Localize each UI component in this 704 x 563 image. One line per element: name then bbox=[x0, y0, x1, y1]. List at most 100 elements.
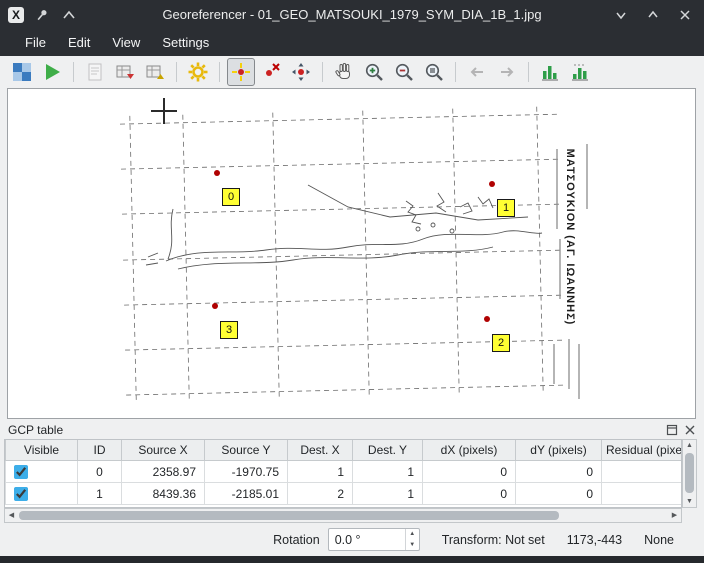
toolbar-separator bbox=[73, 62, 74, 82]
zoom-out-button[interactable] bbox=[390, 58, 418, 86]
title-bar: Georeferencer - 01_GEO_MATSOUKI_1979_SYM… bbox=[0, 0, 704, 30]
cell-dest-y: 1 bbox=[353, 461, 423, 483]
toolbar bbox=[0, 56, 704, 88]
cell-residual bbox=[602, 461, 683, 483]
cell-residual bbox=[602, 483, 683, 505]
col-id: ID bbox=[78, 440, 122, 461]
pan-hand-icon bbox=[333, 61, 355, 83]
col-dy: dY (pixels) bbox=[516, 440, 602, 461]
zoom-next-icon bbox=[496, 61, 518, 83]
col-dx: dX (pixels) bbox=[423, 440, 516, 461]
cell-source-y: -2185.01 bbox=[205, 483, 288, 505]
table-header-row: Visible ID Source X Source Y Dest. X Des… bbox=[6, 440, 683, 461]
app-icon: X bbox=[8, 7, 24, 23]
move-point-button[interactable] bbox=[287, 58, 315, 86]
map-canvas[interactable]: ΜΑΤΣΟΥΚΙΟΝ (ΑΓ. ΙΩΑΝΝΗΣ) 0 1 2 3 bbox=[7, 88, 696, 419]
gcp-label: 2 bbox=[492, 334, 510, 352]
scroll-thumb[interactable] bbox=[685, 453, 694, 493]
gdal-script-button bbox=[81, 58, 109, 86]
cell-dx: 0 bbox=[423, 461, 516, 483]
table-row[interactable]: 1 8439.36 -2185.01 2 1 0 0 bbox=[6, 483, 683, 505]
scroll-right-icon[interactable]: ▶ bbox=[668, 510, 681, 521]
gcp-table: Visible ID Source X Source Y Dest. X Des… bbox=[4, 439, 682, 508]
cell-id: 0 bbox=[78, 461, 122, 483]
toolbar-separator bbox=[322, 62, 323, 82]
gcp-dot bbox=[212, 303, 218, 309]
cell-source-x: 8439.36 bbox=[122, 483, 205, 505]
save-gcp-button[interactable] bbox=[141, 58, 169, 86]
start-georeferencing-button[interactable] bbox=[38, 58, 66, 86]
load-gcp-button[interactable] bbox=[111, 58, 139, 86]
spin-up-icon[interactable]: ▲ bbox=[406, 529, 419, 540]
col-visible: Visible bbox=[6, 440, 78, 461]
load-gcp-icon bbox=[114, 61, 136, 83]
col-source-y: Source Y bbox=[205, 440, 288, 461]
menu-view[interactable]: View bbox=[101, 30, 151, 56]
crosshair-cursor bbox=[163, 98, 165, 124]
add-point-button[interactable] bbox=[227, 58, 255, 86]
scroll-thumb[interactable] bbox=[19, 511, 559, 520]
visible-checkbox[interactable] bbox=[14, 487, 28, 501]
vertical-scrollbar[interactable]: ▲ ▼ bbox=[682, 439, 697, 508]
menu-settings[interactable]: Settings bbox=[151, 30, 220, 56]
scroll-up-icon[interactable]: ▲ bbox=[683, 440, 696, 451]
cell-source-y: -1970.75 bbox=[205, 461, 288, 483]
close-icon[interactable] bbox=[676, 6, 694, 24]
rotation-input[interactable] bbox=[329, 529, 405, 550]
dock-close-icon[interactable] bbox=[683, 423, 696, 436]
gcp-dot bbox=[489, 181, 495, 187]
zoom-last-icon bbox=[466, 61, 488, 83]
visible-checkbox[interactable] bbox=[14, 465, 28, 479]
maximize-icon[interactable] bbox=[644, 6, 662, 24]
map-fine-print bbox=[586, 144, 588, 209]
status-bar: Rotation ▲ ▼ Transform: Not set 1173,-44… bbox=[0, 523, 704, 556]
map-sketch bbox=[8, 89, 695, 418]
spin-down-icon[interactable]: ▼ bbox=[406, 540, 419, 551]
gcp-label: 1 bbox=[497, 199, 515, 217]
shade-icon[interactable] bbox=[60, 6, 78, 24]
crs-indicator: None bbox=[644, 533, 674, 547]
pin-icon[interactable] bbox=[33, 6, 51, 24]
histogram-local-icon bbox=[569, 61, 591, 83]
histogram-full-stretch-button[interactable] bbox=[536, 58, 564, 86]
map-fine-print bbox=[556, 149, 558, 229]
table-row[interactable]: 0 2358.97 -1970.75 1 1 0 0 bbox=[6, 461, 683, 483]
gear-icon bbox=[187, 61, 209, 83]
move-point-icon bbox=[290, 61, 312, 83]
toolbar-separator bbox=[455, 62, 456, 82]
scroll-down-icon[interactable]: ▼ bbox=[683, 496, 696, 507]
open-raster-button[interactable] bbox=[8, 58, 36, 86]
dock-float-icon[interactable] bbox=[665, 423, 678, 436]
toolbar-separator bbox=[219, 62, 220, 82]
scroll-left-icon[interactable]: ◀ bbox=[5, 510, 18, 521]
cell-source-x: 2358.97 bbox=[122, 461, 205, 483]
play-icon bbox=[41, 61, 63, 83]
zoom-next-button bbox=[493, 58, 521, 86]
cell-id: 1 bbox=[78, 483, 122, 505]
cursor-coordinates: 1173,-443 bbox=[567, 533, 622, 547]
transform-status: Transform: Not set bbox=[442, 533, 545, 547]
toolbar-separator bbox=[528, 62, 529, 82]
georeferencer-window: Georeferencer - 01_GEO_MATSOUKI_1979_SYM… bbox=[0, 0, 704, 563]
zoom-in-icon bbox=[363, 61, 385, 83]
save-gcp-icon bbox=[144, 61, 166, 83]
menu-file[interactable]: File bbox=[14, 30, 57, 56]
zoom-out-icon bbox=[393, 61, 415, 83]
toolbar-separator bbox=[176, 62, 177, 82]
gcp-panel-header: GCP table bbox=[8, 421, 696, 438]
minimize-icon[interactable] bbox=[612, 6, 630, 24]
map-fine-print bbox=[559, 239, 561, 299]
col-residual: Residual (pixels) bbox=[602, 440, 683, 461]
histogram-local-stretch-button[interactable] bbox=[566, 58, 594, 86]
delete-point-icon bbox=[260, 61, 282, 83]
delete-point-button[interactable] bbox=[257, 58, 285, 86]
zoom-to-layer-button[interactable] bbox=[420, 58, 448, 86]
rotation-spinbox[interactable]: ▲ ▼ bbox=[328, 528, 420, 551]
transformation-settings-button[interactable] bbox=[184, 58, 212, 86]
gcp-dot bbox=[214, 170, 220, 176]
pan-button[interactable] bbox=[330, 58, 358, 86]
menu-edit[interactable]: Edit bbox=[57, 30, 101, 56]
gcp-panel-title: GCP table bbox=[8, 423, 63, 437]
horizontal-scrollbar[interactable]: ◀ ▶ bbox=[4, 508, 682, 523]
zoom-in-button[interactable] bbox=[360, 58, 388, 86]
